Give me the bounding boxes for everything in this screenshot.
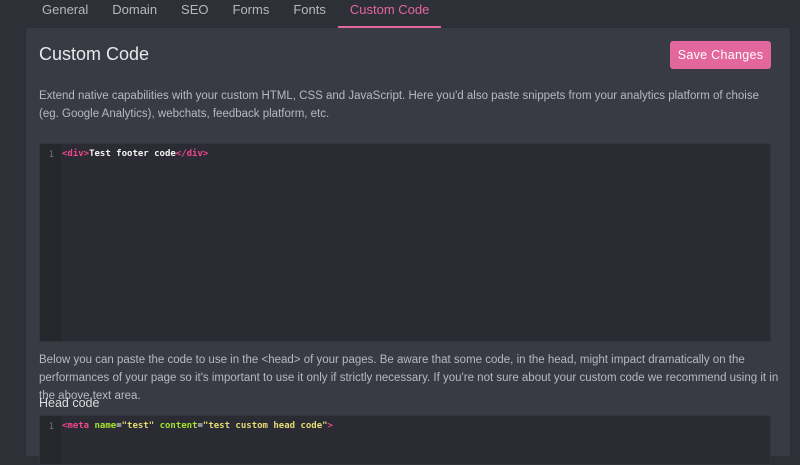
custom-code-panel: Custom Code Save Changes Extend native c… xyxy=(26,28,790,465)
editor-gutter: 1 xyxy=(40,416,61,464)
page-title: Custom Code xyxy=(39,44,150,64)
head-code-label: Head code xyxy=(39,396,100,410)
footer-code-editor[interactable]: 1 <div>Test footer code</div> xyxy=(39,143,771,342)
code-token-attr: name xyxy=(94,421,117,431)
line-number: 1 xyxy=(48,150,54,160)
code-token-tag: <meta xyxy=(62,421,90,431)
line-number: 1 xyxy=(48,422,54,432)
code-token-tag: </div> xyxy=(175,149,209,159)
code-line[interactable]: <meta name="test" content="test custom h… xyxy=(62,421,333,431)
settings-tabs: General Domain SEO Forms Fonts Custom Co… xyxy=(0,0,800,28)
tab-seo[interactable]: SEO xyxy=(169,0,220,28)
tab-fonts[interactable]: Fonts xyxy=(281,0,338,28)
save-changes-button[interactable]: Save Changes xyxy=(670,41,771,69)
code-token-text: Test footer code xyxy=(89,149,176,159)
code-token-attr: content xyxy=(159,421,198,431)
head-code-editor[interactable]: 1 <meta name="test" content="test custom… xyxy=(39,415,771,465)
tab-general[interactable]: General xyxy=(30,0,100,28)
code-token-string: "test" xyxy=(121,421,155,431)
head-code-description: Below you can paste the code to use in t… xyxy=(39,354,779,402)
tab-domain[interactable]: Domain xyxy=(100,0,169,28)
tab-forms[interactable]: Forms xyxy=(221,0,282,28)
editor-gutter: 1 xyxy=(40,144,61,341)
code-token-tag: <div> xyxy=(62,149,90,159)
code-token-tag: > xyxy=(327,421,333,431)
tab-custom-code[interactable]: Custom Code xyxy=(337,0,442,28)
custom-code-description: Extend native capabilities with your cus… xyxy=(39,90,759,120)
code-token-string: "test custom head code" xyxy=(202,421,328,431)
code-line[interactable]: <div>Test footer code</div> xyxy=(62,149,208,159)
